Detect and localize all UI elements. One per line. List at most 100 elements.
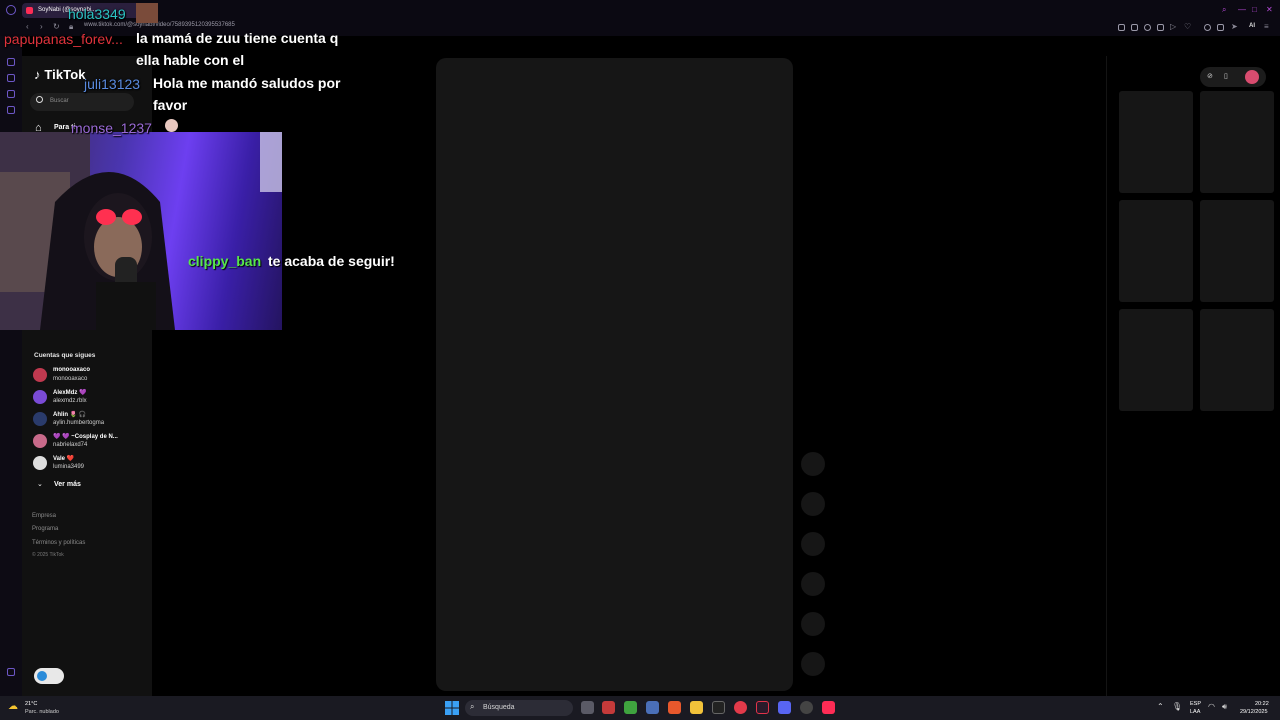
video-thumbnail[interactable]	[1200, 200, 1274, 302]
footer-link-program[interactable]: Programa	[32, 526, 58, 532]
maximize-button[interactable]: □	[1252, 5, 1257, 14]
right-panel-divider	[1106, 56, 1107, 696]
account-handle: aylin.humbertogma	[53, 420, 105, 426]
chat-icon[interactable]	[1204, 24, 1211, 31]
save-button[interactable]	[801, 532, 825, 556]
video-thumbnail[interactable]	[1119, 91, 1193, 193]
avatar[interactable]	[33, 412, 47, 426]
search-icon: ⌕	[470, 702, 475, 711]
video-thumbnail[interactable]	[1200, 91, 1274, 193]
reload-icon[interactable]: ↻	[53, 22, 60, 31]
chat-username: juli13123	[84, 76, 141, 92]
streamer-webcam-image	[0, 132, 282, 330]
wallet-icon[interactable]	[1217, 24, 1224, 31]
rail-download-icon[interactable]	[7, 74, 15, 82]
chat-message: Hola me mandó saludos por favor	[153, 75, 341, 113]
music-disc-button[interactable]	[801, 652, 825, 676]
bookmark-icon[interactable]	[1131, 24, 1138, 31]
chat-badge-icon	[165, 119, 178, 132]
chat-username: hola3349	[68, 6, 126, 22]
browser-logo-icon[interactable]	[6, 5, 16, 15]
chevron-up-icon[interactable]: ⌃	[1157, 702, 1164, 711]
play-icon[interactable]: ▷	[1170, 22, 1176, 31]
video-thumbnail[interactable]	[1200, 309, 1274, 411]
chat-username: monse_1237	[71, 120, 152, 136]
share-button[interactable]	[801, 572, 825, 596]
heart-icon[interactable]: ♡	[1184, 22, 1191, 31]
footer-link-company[interactable]: Empresa	[32, 513, 56, 519]
clock-time[interactable]: 20:22	[1255, 701, 1269, 707]
chevron-down-icon[interactable]: ⌄	[37, 480, 43, 488]
back-icon[interactable]: ‹	[26, 22, 29, 31]
avatar[interactable]	[33, 390, 47, 404]
close-window-button[interactable]: ✕	[1266, 5, 1273, 14]
webcam-overlay	[0, 132, 282, 330]
search-tabs-icon[interactable]: ⌕	[1222, 5, 1226, 15]
chat-message: la mamá de zuu tiene cuenta q ella hable…	[136, 30, 339, 68]
taskbar-search[interactable]	[465, 700, 573, 716]
account-name[interactable]: Ahlin 🌷 🎧	[53, 411, 86, 418]
xbox-app-icon[interactable]	[624, 701, 637, 714]
vscode-app-icon[interactable]	[646, 701, 659, 714]
clock-date: 29/12/2025	[1240, 709, 1268, 715]
language-indicator[interactable]: ESP	[1190, 701, 1201, 707]
account-handle: monooaxaco	[53, 376, 88, 382]
comment-button[interactable]	[801, 492, 825, 516]
brave-app-icon[interactable]	[668, 701, 681, 714]
copyright: © 2025 TikTok	[32, 552, 64, 558]
weather-icon[interactable]: ☁︎	[8, 701, 18, 712]
news-app-icon[interactable]	[602, 701, 615, 714]
avatar[interactable]	[33, 434, 47, 448]
start-icon[interactable]	[445, 701, 459, 715]
puzzle-icon[interactable]	[1157, 24, 1164, 31]
shield-icon[interactable]	[1144, 24, 1151, 31]
ai-button[interactable]: AI	[1249, 23, 1255, 29]
rail-messenger-icon[interactable]	[7, 90, 15, 98]
send-icon[interactable]: ➤	[1231, 22, 1238, 31]
see-more-button[interactable]: Ver más	[54, 481, 81, 488]
rail-history-icon[interactable]	[7, 58, 15, 66]
profile-avatar[interactable]	[1245, 70, 1259, 84]
search-icon	[36, 96, 43, 103]
coin-icon[interactable]: ⊘	[1207, 72, 1213, 80]
video-thumbnail[interactable]	[1119, 309, 1193, 411]
search-placeholder: Buscar	[50, 98, 69, 104]
device-icon[interactable]: ▯	[1224, 72, 1228, 80]
follow-alert-message: te acaba de seguir!	[268, 253, 395, 269]
file-explorer-icon[interactable]	[690, 701, 703, 714]
volume-icon[interactable]: 🔊︎	[1222, 702, 1227, 712]
account-name[interactable]: AlexMdz 💜	[53, 389, 86, 396]
tiktok-note-icon: ♪	[34, 67, 41, 82]
discord-app-icon[interactable]	[778, 701, 791, 714]
opera-app-icon[interactable]	[756, 701, 769, 714]
video-thumbnail[interactable]	[1119, 200, 1193, 302]
tiktok-logo[interactable]: ♪ TikTok	[34, 67, 86, 82]
opera-gx-app-icon[interactable]	[734, 701, 747, 714]
account-name[interactable]: 💜 💜 ~Cosplay de N...	[53, 433, 118, 440]
footer-link-terms[interactable]: Términos y políticas	[32, 540, 85, 546]
taskbar-search-label: Búsqueda	[483, 704, 515, 711]
video-player-placeholder[interactable]	[436, 58, 793, 691]
rail-notes-icon[interactable]	[7, 106, 15, 114]
obs-app-icon[interactable]	[800, 701, 813, 714]
weather-temp[interactable]: 21°C	[25, 701, 37, 707]
menu-icon[interactable]: ≡	[1264, 22, 1269, 31]
extension-icon[interactable]	[1118, 24, 1125, 31]
tiktok-favicon-icon	[26, 7, 33, 14]
avatar[interactable]	[33, 456, 47, 470]
account-name[interactable]: Vale ❤️	[53, 455, 74, 462]
like-button[interactable]	[801, 452, 825, 476]
mic-icon[interactable]: 🎙︎	[1172, 702, 1182, 711]
account-name[interactable]: monooaxaco	[53, 367, 90, 373]
search-input[interactable]	[30, 93, 134, 111]
wifi-icon[interactable]: ◠	[1208, 702, 1215, 711]
task-view-icon[interactable]	[581, 701, 594, 714]
minimize-button[interactable]: —	[1238, 5, 1246, 14]
following-heading: Cuentas que sigues	[34, 352, 96, 359]
forward-icon[interactable]: ›	[40, 22, 43, 31]
rail-settings-icon[interactable]	[7, 668, 15, 676]
tiktok-app-icon[interactable]	[822, 701, 835, 714]
more-button[interactable]	[801, 612, 825, 636]
capcut-app-icon[interactable]	[712, 701, 725, 714]
avatar[interactable]	[33, 368, 47, 382]
